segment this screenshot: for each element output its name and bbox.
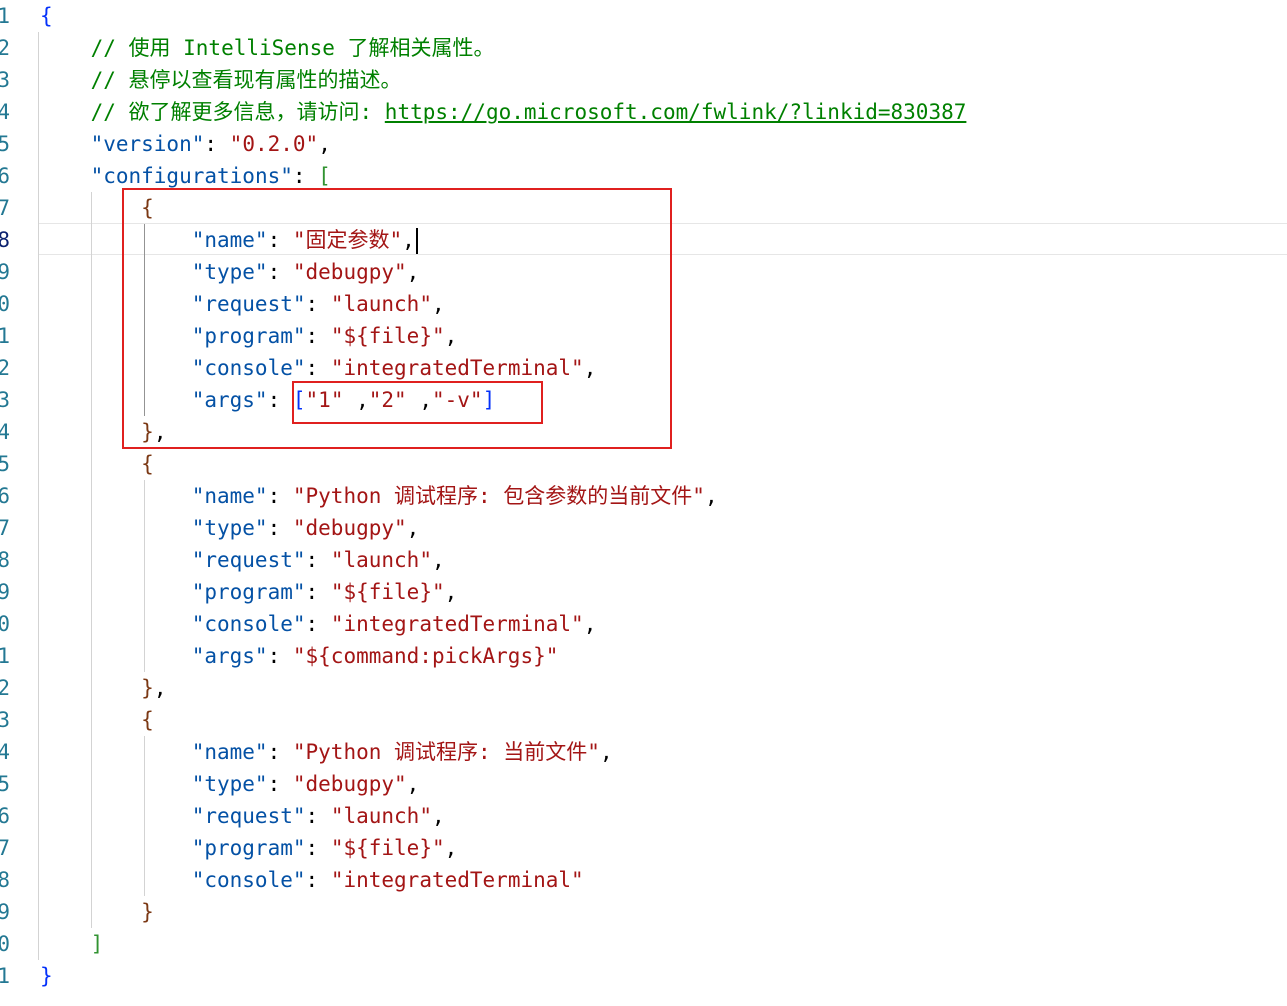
line-number: 5	[0, 452, 10, 476]
array-close-bracket: ]	[90, 932, 104, 956]
code-line: {	[40, 448, 154, 480]
line-number: 3	[0, 708, 10, 732]
array-open-bracket: [	[318, 164, 331, 188]
code-line: "program": "${file}",	[191, 836, 458, 860]
json-key: "type"	[191, 516, 268, 540]
line-number: 6	[0, 164, 10, 188]
json-key: "name"	[191, 484, 268, 508]
json-string: "integratedTerminal"	[330, 868, 584, 892]
line-number: 0	[0, 932, 10, 956]
line-number: 7	[0, 196, 10, 220]
json-string: "0.2.0"	[229, 132, 319, 156]
line-number: 9	[0, 900, 10, 924]
json-key: "console"	[191, 868, 306, 892]
line-number: 5	[0, 772, 10, 796]
line-number: 9	[0, 580, 10, 604]
comment: // 使用 IntelliSense 了解相关属性。	[90, 36, 495, 60]
code-line: }	[40, 896, 154, 928]
line-number: 7	[0, 836, 10, 860]
code-line: "program": "${file}",	[191, 580, 458, 604]
line-number: 0	[0, 292, 10, 316]
code-line: "version": "0.2.0",	[90, 132, 331, 156]
json-string: "debugpy"	[292, 772, 407, 796]
json-key: "request"	[191, 548, 306, 572]
json-string: "debugpy"	[292, 516, 407, 540]
comment: // 悬停以查看现有属性的描述。	[90, 68, 402, 92]
line-number: 6	[0, 804, 10, 828]
json-string: "integratedTerminal"	[330, 612, 584, 636]
object-close-brace: }	[141, 676, 154, 700]
code-line: },	[141, 676, 167, 700]
code-line: // 使用 IntelliSense 了解相关属性。	[40, 32, 495, 64]
comment: // 欲了解更多信息，请访问:	[90, 100, 385, 124]
json-string: "launch"	[330, 804, 432, 828]
code-line: "request": "launch",	[191, 804, 445, 828]
code-line: "args": "${command:pickArgs}"	[191, 644, 559, 668]
line-number: 6	[0, 484, 10, 508]
json-key: "args"	[191, 644, 268, 668]
json-key: "name"	[191, 740, 268, 764]
line-number: 7	[0, 516, 10, 540]
line-number: 1	[0, 324, 10, 348]
json-key: "configurations"	[90, 164, 293, 188]
root-open-brace: {	[40, 4, 53, 28]
line-number: 4	[0, 100, 10, 124]
object-open-brace: {	[141, 708, 154, 732]
line-number: 2	[0, 356, 10, 380]
code-line: "name": "Python 调试程序: 包含参数的当前文件",	[191, 484, 718, 508]
json-key: "console"	[191, 612, 306, 636]
line-number: 0	[0, 612, 10, 636]
code-line: "request": "launch",	[191, 548, 445, 572]
json-key: "program"	[191, 580, 306, 604]
code-line: "type": "debugpy",	[191, 772, 420, 796]
line-number: 8	[0, 548, 10, 572]
root-close-brace: }	[40, 964, 53, 988]
line-number: 4	[0, 740, 10, 764]
json-string: "${file}"	[330, 836, 445, 860]
code-line: }	[40, 960, 53, 992]
docs-link[interactable]: https://go.microsoft.com/fwlink/?linkid=…	[385, 100, 967, 124]
code-line: "type": "debugpy",	[191, 516, 420, 540]
line-number: 4	[0, 420, 10, 444]
json-key: "version"	[90, 132, 205, 156]
object-open-brace: {	[141, 452, 154, 476]
code-line: "console": "integratedTerminal"	[191, 868, 584, 892]
code-line: "name": "Python 调试程序: 当前文件",	[191, 740, 613, 764]
object-close-brace: }	[141, 900, 154, 924]
code-line: {	[40, 704, 154, 736]
code-line: ]	[40, 928, 104, 960]
line-number: 8	[0, 228, 10, 252]
code-editor[interactable]: 1 2 3 4 5 6 7 8 9 0 1 2 3 4 5 6 7 8 9 0 1 2 3 4 5 6 7 8 9 0 1 { // 使用 …	[0, 0, 1287, 1006]
json-string: "Python 调试程序: 当前文件"	[292, 740, 600, 764]
indent-guide	[38, 32, 39, 960]
line-number: 1	[0, 644, 10, 668]
json-string: "Python 调试程序: 包含参数的当前文件"	[292, 484, 705, 508]
json-key: "program"	[191, 836, 306, 860]
code-line: "console": "integratedTerminal",	[191, 612, 597, 636]
json-key: "type"	[191, 772, 268, 796]
code-line: {	[40, 0, 53, 32]
line-number: 3	[0, 388, 10, 412]
line-number: 9	[0, 260, 10, 284]
line-number: 2	[0, 676, 10, 700]
line-number: 8	[0, 868, 10, 892]
json-string: "${file}"	[330, 580, 445, 604]
annotation-box-args	[292, 381, 543, 424]
json-key: "request"	[191, 804, 306, 828]
code-line: // 欲了解更多信息，请访问: https://go.microsoft.com…	[40, 96, 967, 128]
line-number: 3	[0, 68, 10, 92]
line-number: 1	[0, 964, 10, 988]
line-number: 1	[0, 4, 10, 28]
line-number: 5	[0, 132, 10, 156]
json-string: "launch"	[330, 548, 432, 572]
code-line: // 悬停以查看现有属性的描述。	[40, 64, 402, 96]
json-string: "${command:pickArgs}"	[292, 644, 559, 668]
line-number: 2	[0, 36, 10, 60]
